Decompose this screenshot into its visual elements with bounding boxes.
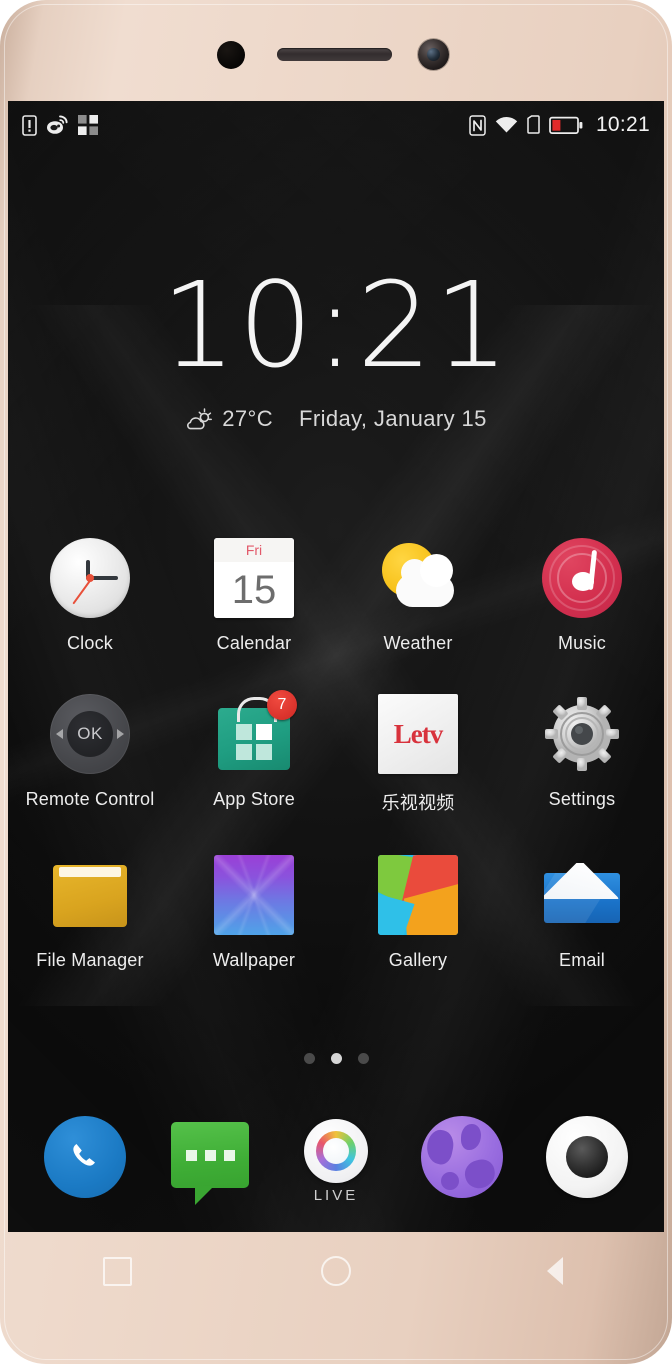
sim-alert-icon [22, 114, 37, 136]
front-camera-icon [418, 39, 449, 70]
calendar-day: 15 [214, 562, 294, 618]
weather-icon [378, 538, 458, 618]
clock-widget[interactable]: 10:21 27°C Friday, January 15 [8, 266, 664, 432]
app-gallery[interactable]: Gallery [344, 855, 492, 971]
page-indicator [8, 1053, 664, 1064]
phone-device: 10:21 10:21 27°C Friday, January 15 Cloc… [0, 0, 672, 1364]
remote-control-icon: OK [50, 694, 130, 774]
app-remote-control[interactable]: OK Remote Control [16, 694, 164, 815]
dock-item-label: LIVE [313, 1187, 359, 1204]
app-settings[interactable]: Settings [508, 694, 656, 815]
nav-home-button[interactable] [306, 1248, 366, 1294]
nav-back-button[interactable] [525, 1248, 585, 1294]
top-bezel [0, 0, 672, 101]
dock-item-phone[interactable] [37, 1116, 133, 1198]
app-wallpaper[interactable]: Wallpaper [180, 855, 328, 971]
app-label: Remote Control [25, 789, 155, 809]
app-music[interactable]: Music [508, 538, 656, 654]
app-label: Weather [383, 633, 453, 653]
app-row: File Manager Wallpaper Gallery Email [8, 855, 664, 971]
triangle-left-icon [546, 1257, 563, 1285]
circle-icon [320, 1256, 351, 1286]
clock-widget-date: Friday, January 15 [299, 406, 487, 431]
camera-icon [546, 1116, 629, 1198]
app-label: File Manager [36, 950, 144, 970]
app-file-manager[interactable]: File Manager [16, 855, 164, 971]
square-icon [102, 1256, 132, 1286]
page-dot[interactable] [357, 1053, 369, 1064]
clock-widget-time: 10:21 [160, 256, 512, 394]
app-label: App Store [213, 789, 295, 809]
nav-recents-button[interactable] [87, 1248, 147, 1294]
remote-ok-label: OK [67, 711, 113, 757]
wallpaper-icon [214, 855, 294, 935]
status-bar-clock: 10:21 [595, 113, 650, 136]
dock-item-live[interactable]: LIVE [288, 1116, 384, 1204]
app-label: Clock [66, 633, 113, 653]
wifi-icon [495, 116, 518, 133]
messages-icon [171, 1122, 250, 1205]
email-icon [542, 855, 622, 935]
page-dot-active[interactable] [330, 1053, 342, 1064]
dock-item-browser[interactable] [414, 1116, 510, 1198]
app-email[interactable]: Email [508, 855, 656, 971]
app-label: Gallery [388, 950, 448, 970]
app-row: Clock Fri 15 Calendar Weather Music [8, 538, 664, 654]
letv-icon: Letv [378, 694, 458, 774]
app-label: 乐视视频 [381, 793, 455, 813]
dock-item-messages[interactable] [162, 1116, 258, 1205]
app-row: OK Remote Control 7 App Store Letv 乐视视频 … [8, 690, 664, 815]
page-dot[interactable] [303, 1053, 315, 1064]
earpiece-speaker-icon [277, 48, 392, 61]
app-calendar[interactable]: Fri 15 Calendar [180, 538, 328, 654]
phone-icon [43, 1116, 126, 1198]
nfc-icon [469, 114, 486, 136]
live-icon [303, 1119, 368, 1183]
proximity-sensor-icon [217, 41, 245, 69]
app-store-icon: 7 [214, 690, 297, 774]
status-bar-right-icons: 10:21 [469, 113, 650, 137]
dock: LIVE [8, 1116, 664, 1205]
clock-icon [50, 538, 130, 618]
browser-icon [420, 1116, 503, 1198]
app-label: Calendar [216, 633, 292, 653]
app-label: Email [558, 950, 605, 970]
navigation-bar [8, 1232, 664, 1310]
app-store-badge: 7 [267, 690, 297, 720]
app-clock[interactable]: Clock [16, 538, 164, 654]
calendar-icon: Fri 15 [214, 538, 294, 618]
settings-gear-icon [542, 694, 622, 774]
dock-item-camera[interactable] [539, 1116, 635, 1198]
app-grid-icon [78, 115, 98, 135]
app-label: Music [557, 633, 606, 653]
status-bar-left-icons [22, 114, 99, 136]
clock-widget-weather-row[interactable]: 27°C Friday, January 15 [8, 406, 664, 432]
music-icon [542, 538, 622, 618]
app-label: Wallpaper [212, 950, 296, 970]
app-weather[interactable]: Weather [344, 538, 492, 654]
folder-icon [50, 855, 130, 935]
sun-cloud-icon [187, 407, 213, 429]
phone-screen: 10:21 10:21 27°C Friday, January 15 Cloc… [8, 101, 664, 1232]
weibo-icon [47, 115, 68, 134]
battery-low-icon [549, 116, 583, 134]
app-app-store[interactable]: 7 App Store [180, 690, 328, 815]
app-letv-video[interactable]: Letv 乐视视频 [344, 694, 492, 815]
status-bar[interactable]: 10:21 [8, 101, 664, 149]
calendar-weekday: Fri [214, 538, 294, 562]
app-label: Settings [548, 789, 616, 809]
app-grid: Clock Fri 15 Calendar Weather Music OK R… [8, 538, 664, 1011]
clock-widget-temperature: 27°C [222, 406, 273, 431]
sim-card-icon [527, 115, 540, 134]
gallery-icon [378, 855, 458, 935]
letv-logo-text: Letv [393, 718, 443, 749]
